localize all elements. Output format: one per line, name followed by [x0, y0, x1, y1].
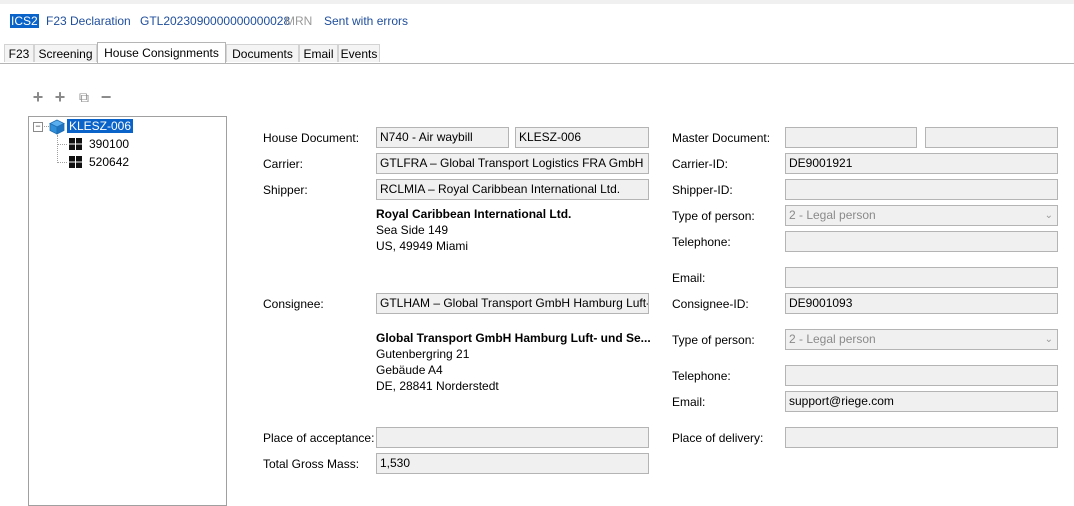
consignee-telephone-label: Telephone:: [672, 369, 731, 383]
tree-connector: [57, 162, 67, 163]
package-icon: [49, 119, 65, 135]
tab-divider: [0, 63, 1074, 64]
place-of-acceptance-field[interactable]: [376, 427, 649, 448]
consignee-id-label: Consignee-ID:: [672, 297, 749, 311]
remove-icon[interactable]: −: [99, 88, 113, 106]
shipper-id-label: Shipper-ID:: [672, 183, 733, 197]
consignee-id-field[interactable]: DE9001093: [785, 293, 1058, 314]
total-gross-mass-label: Total Gross Mass:: [263, 457, 360, 471]
consignee-email-field[interactable]: support@riege.com: [785, 391, 1058, 412]
house-document-number-field[interactable]: KLESZ-006: [515, 127, 649, 148]
consignee-telephone-field[interactable]: [785, 365, 1058, 386]
tree-item-root[interactable]: KLESZ-006: [67, 119, 134, 134]
add-icon[interactable]: +: [31, 88, 45, 106]
place-of-delivery-field[interactable]: [785, 427, 1058, 448]
tree-item-child[interactable]: 390100: [89, 137, 129, 152]
shipper-type-of-person-value: 2 - Legal person: [789, 208, 876, 222]
shipper-type-of-person-label: Type of person:: [672, 209, 755, 223]
chevron-down-icon: ⌄: [1044, 210, 1053, 221]
place-of-delivery-label: Place of delivery:: [672, 431, 764, 445]
master-document-number-field[interactable]: [925, 127, 1058, 148]
shipper-type-of-person-select[interactable]: 2 - Legal person ⌄: [785, 205, 1058, 226]
shipper-address: Royal Caribbean International Ltd. Sea S…: [376, 206, 571, 254]
shipper-address-line: Sea Side 149: [376, 223, 449, 237]
tab-events[interactable]: Events: [338, 44, 380, 62]
tab-house-consignments[interactable]: House Consignments: [97, 42, 226, 63]
consignee-type-of-person-label: Type of person:: [672, 333, 755, 347]
place-of-acceptance-label: Place of acceptance:: [263, 431, 375, 445]
consignee-address-line: DE, 28841 Norderstedt: [376, 379, 499, 393]
shipper-label: Shipper:: [263, 183, 308, 197]
declaration-type-link[interactable]: F23 Declaration: [46, 14, 131, 28]
carrier-id-label: Carrier-ID:: [672, 157, 728, 171]
collapse-icon[interactable]: −: [33, 122, 43, 132]
total-gross-mass-field[interactable]: 1,530: [376, 453, 649, 474]
shipper-telephone-label: Telephone:: [672, 235, 731, 249]
copy-icon[interactable]: ⧉: [77, 89, 91, 105]
add-child-icon[interactable]: +: [53, 88, 67, 106]
shipper-address-name: Royal Caribbean International Ltd.: [376, 207, 572, 221]
consignee-field[interactable]: GTLHAM – Global Transport GmbH Hamburg L…: [376, 293, 649, 314]
house-document-type-field[interactable]: N740 - Air waybill: [376, 127, 509, 148]
shipper-telephone-field[interactable]: [785, 231, 1058, 252]
declaration-header: ICS2 F23 Declaration GTL2023090000000000…: [0, 4, 1074, 34]
master-document-label: Master Document:: [672, 131, 771, 145]
consignment-tree[interactable]: − KLESZ-006 390100 520642: [28, 116, 227, 506]
tree-connector: [57, 135, 58, 163]
shipper-address-line: US, 49949 Miami: [376, 239, 469, 253]
tree-item-child[interactable]: 520642: [89, 155, 129, 170]
consignee-address-line: Gebäude A4: [376, 363, 443, 377]
tab-screening[interactable]: Screening: [34, 44, 97, 62]
declaration-reference-link[interactable]: GTL2023090000000000028: [140, 14, 290, 28]
status-link[interactable]: Sent with errors: [324, 14, 408, 28]
shipper-email-label: Email:: [672, 271, 706, 285]
consignee-address-name: Global Transport GmbH Hamburg Luft- und …: [376, 331, 651, 345]
carrier-label: Carrier:: [263, 157, 304, 171]
shipper-email-field[interactable]: [785, 267, 1058, 288]
tab-f23[interactable]: F23: [4, 44, 34, 62]
carrier-field[interactable]: GTLFRA – Global Transport Logistics FRA …: [376, 153, 649, 174]
tree-item-root-label: KLESZ-006: [67, 119, 134, 133]
shipper-field[interactable]: RCLMIA – Royal Caribbean International L…: [376, 179, 649, 200]
house-document-label: House Document:: [263, 131, 360, 145]
master-document-type-field[interactable]: [785, 127, 917, 148]
consignee-address: Global Transport GmbH Hamburg Luft- und …: [376, 330, 651, 394]
consignee-type-of-person-select[interactable]: 2 - Legal person ⌄: [785, 329, 1058, 350]
item-grid-icon: [69, 138, 82, 150]
item-grid-icon: [69, 156, 82, 168]
consignee-type-of-person-value: 2 - Legal person: [789, 332, 876, 346]
tree-connector: [57, 144, 67, 145]
consignee-address-line: Gutenbergring 21: [376, 347, 470, 361]
mrn-label: MRN: [285, 14, 313, 28]
tab-documents[interactable]: Documents: [226, 44, 299, 62]
consignee-email-label: Email:: [672, 395, 706, 409]
ics2-badge: ICS2: [10, 14, 39, 28]
chevron-down-icon: ⌄: [1044, 334, 1053, 345]
tab-email[interactable]: Email: [299, 44, 338, 62]
consignee-label: Consignee:: [263, 297, 324, 311]
carrier-id-field[interactable]: DE9001921: [785, 153, 1058, 174]
shipper-id-field[interactable]: [785, 179, 1058, 200]
